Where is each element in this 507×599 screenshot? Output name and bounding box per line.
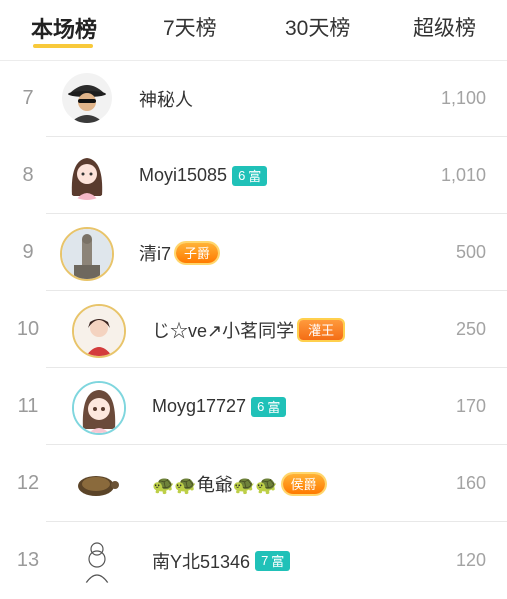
- avatar[interactable]: [72, 381, 126, 435]
- fan-title-badge: 灌王: [299, 319, 344, 340]
- tab-this-session[interactable]: 本场榜: [31, 12, 97, 44]
- user-name[interactable]: Moyi15085: [139, 165, 227, 186]
- list-item[interactable]: 9 清i7 子爵 500: [0, 214, 507, 291]
- list-item[interactable]: 12 🐢🐢龟爺🐢🐢 侯爵 160: [0, 445, 507, 522]
- noble-rank-badge: 子爵: [176, 242, 219, 263]
- user-name-group: 神秘人: [139, 60, 193, 137]
- tab-7-days[interactable]: 7天榜: [163, 12, 217, 42]
- user-name-group: 🐢🐢龟爺🐢🐢 侯爵: [152, 445, 325, 522]
- avatar[interactable]: [60, 227, 114, 281]
- rank-number: 10: [16, 318, 40, 340]
- avatar[interactable]: [72, 304, 126, 358]
- score: 120: [455, 550, 486, 570]
- user-name-group: Moyg17727 6富: [152, 368, 287, 445]
- user-name[interactable]: 神秘人: [139, 86, 193, 112]
- rank-number: 9: [22, 241, 34, 263]
- rank-number: 8: [22, 164, 34, 186]
- rank-number: 11: [17, 395, 39, 417]
- list-item[interactable]: 13 南Y北51346 7富 120: [0, 522, 507, 599]
- avatar[interactable]: [62, 150, 112, 200]
- tab-30-days[interactable]: 30天榜: [285, 12, 350, 42]
- noble-rank-badge: 侯爵: [282, 473, 325, 494]
- rank-number: 13: [16, 549, 40, 571]
- user-name[interactable]: 🐢🐢龟爺🐢🐢: [152, 471, 278, 497]
- user-name-group: 清i7 子爵: [139, 214, 219, 291]
- list-item[interactable]: 11 Moyg17727 6富 170: [0, 368, 507, 445]
- score: 500: [455, 242, 486, 262]
- list-item[interactable]: 7 神秘人 1,100: [0, 60, 507, 137]
- tab-super[interactable]: 超级榜: [413, 12, 476, 42]
- active-tab-indicator: [33, 44, 93, 48]
- score: 1,100: [440, 88, 486, 108]
- wealth-level-badge: 6富: [251, 396, 287, 417]
- wealth-level-badge: 7富: [255, 550, 291, 571]
- user-name[interactable]: 清i7: [139, 240, 171, 266]
- list-item[interactable]: 8 Moyi15085 6富 1,010: [0, 137, 507, 214]
- score: 250: [455, 319, 486, 339]
- avatar[interactable]: [72, 535, 122, 585]
- user-name-group: Moyi15085 6富: [139, 137, 268, 214]
- user-name[interactable]: じ☆ve↗小茗同学: [152, 317, 294, 343]
- score: 160: [455, 473, 486, 493]
- score: 1,010: [440, 165, 486, 185]
- user-name-group: 南Y北51346 7富: [152, 522, 291, 599]
- wealth-level-badge: 6富: [232, 165, 268, 186]
- user-name[interactable]: Moyg17727: [152, 396, 246, 417]
- rank-number: 7: [22, 87, 34, 109]
- user-name-group: じ☆ve↗小茗同学 灌王: [152, 291, 344, 368]
- list-item[interactable]: 10 じ☆ve↗小茗同学 灌王 250: [0, 291, 507, 368]
- score: 170: [455, 396, 486, 416]
- avatar[interactable]: [72, 458, 122, 508]
- leaderboard-tabs: 本场榜 7天榜 30天榜 超级榜: [0, 0, 507, 61]
- rank-number: 12: [16, 472, 40, 494]
- user-name[interactable]: 南Y北51346: [152, 548, 250, 574]
- avatar[interactable]: [62, 73, 112, 123]
